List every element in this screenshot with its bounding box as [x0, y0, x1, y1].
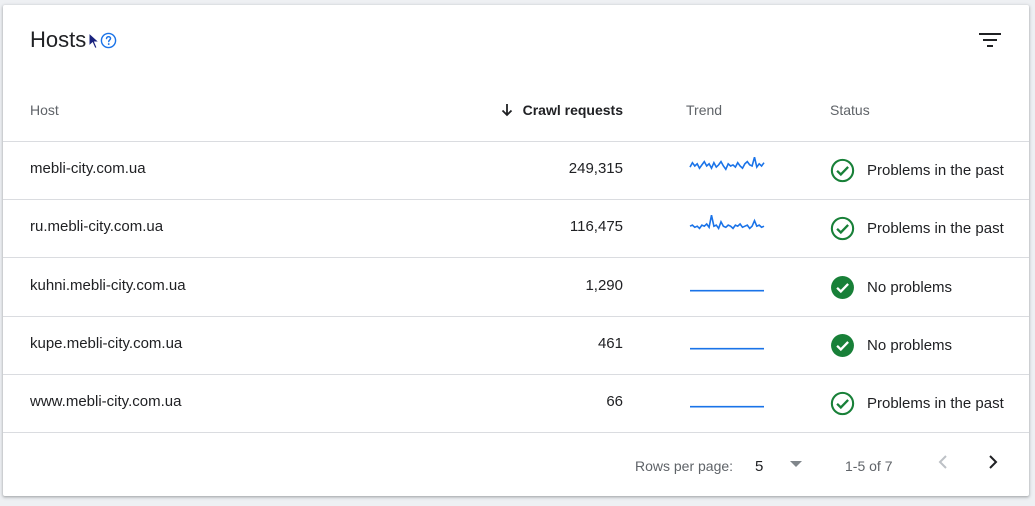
status-label: No problems: [867, 336, 953, 354]
host-cell: mebli-city.com.ua: [30, 160, 146, 177]
column-header-trend: Trend: [686, 102, 723, 118]
check-circle-outline-icon: [830, 158, 855, 183]
check-circle-outline-icon: [830, 217, 855, 241]
filter-icon: [979, 33, 1001, 47]
rows-per-page-value: 5: [755, 457, 764, 475]
status-cell: No problems: [830, 275, 952, 300]
status-label: No problems: [867, 278, 953, 296]
status-label: Problems in the past: [867, 162, 1004, 179]
arrow-down-icon: [501, 104, 512, 117]
chevron-left-icon: [938, 455, 947, 469]
rows-per-page-select[interactable]: 5: [755, 455, 810, 477]
trend-sparkline: [690, 347, 764, 350]
crawl-requests-cell: 116,475: [569, 218, 623, 236]
table-row[interactable]: www.mebli-city.com.ua 66 Problems in the p…: [3, 375, 1029, 433]
status-cell: No problems: [830, 333, 952, 358]
card-header: Hosts: [3, 5, 1029, 77]
table-header: Host Crawl requests Trend Status: [3, 77, 1029, 142]
mouse-cursor-icon: [88, 32, 100, 50]
pagination-footer: Rows per page: 5 1-5 of 7: [3, 433, 1029, 496]
check-circle-filled-icon: [831, 275, 854, 299]
trend-sparkline: [689, 156, 765, 171]
column-header-crawl-requests[interactable]: Crawl requests: [501, 102, 623, 118]
host-cell: kupe.mebli-city.com.ua: [30, 334, 183, 352]
rows-per-page-label: Rows per page:: [635, 458, 734, 474]
check-circle-filled-icon: [831, 333, 854, 357]
card-title: Hosts: [30, 27, 87, 52]
status-label: Problems in the past: [867, 220, 1004, 238]
host-cell: ru.mebli-city.com.ua: [30, 218, 164, 236]
chevron-right-icon: [989, 455, 998, 469]
crawl-requests-cell: 1,290: [585, 276, 623, 294]
check-circle-outline-icon: [830, 391, 855, 416]
status-label: Problems in the past: [867, 395, 1004, 412]
crawl-requests-cell: 249,315: [568, 160, 623, 177]
status-cell: Problems in the past: [830, 391, 1004, 416]
table-row[interactable]: mebli-city.com.ua 249,315 Problems in the …: [3, 142, 1029, 200]
trend-line: [689, 156, 765, 171]
trend-sparkline: [690, 289, 764, 291]
table-row[interactable]: ru.mebli-city.com.ua 116,475 Problems in t…: [3, 200, 1029, 259]
column-header-crawl-requests-label: Crawl requests: [522, 102, 623, 118]
next-page-button[interactable]: [981, 450, 1005, 474]
pagination-range: 1-5 of 7: [845, 458, 893, 474]
column-header-status[interactable]: Status: [830, 102, 870, 118]
table-row[interactable]: kupe.mebli-city.com.ua 461 No problems: [3, 317, 1029, 375]
host-cell: www.mebli-city.com.ua: [30, 393, 182, 410]
hosts-card: Hosts Host Crawl requests Trend Status m…: [3, 5, 1029, 496]
crawl-requests-cell: 66: [606, 393, 623, 410]
trend-sparkline: [690, 405, 764, 408]
status-cell: Problems in the past: [830, 158, 1004, 183]
table-row[interactable]: kuhni.mebli-city.com.ua 1,290 No problems: [3, 259, 1029, 317]
caret-down-icon: [790, 461, 802, 467]
crawl-requests-cell: 461: [597, 334, 623, 352]
filter-button[interactable]: [975, 25, 1005, 55]
trend-sparkline: [689, 215, 765, 231]
column-header-host[interactable]: Host: [30, 102, 59, 118]
host-cell: kuhni.mebli-city.com.ua: [30, 276, 186, 294]
trend-line: [689, 215, 765, 231]
help-circle-icon[interactable]: [100, 32, 117, 49]
previous-page-button[interactable]: [931, 450, 955, 474]
status-cell: Problems in the past: [830, 216, 1004, 241]
